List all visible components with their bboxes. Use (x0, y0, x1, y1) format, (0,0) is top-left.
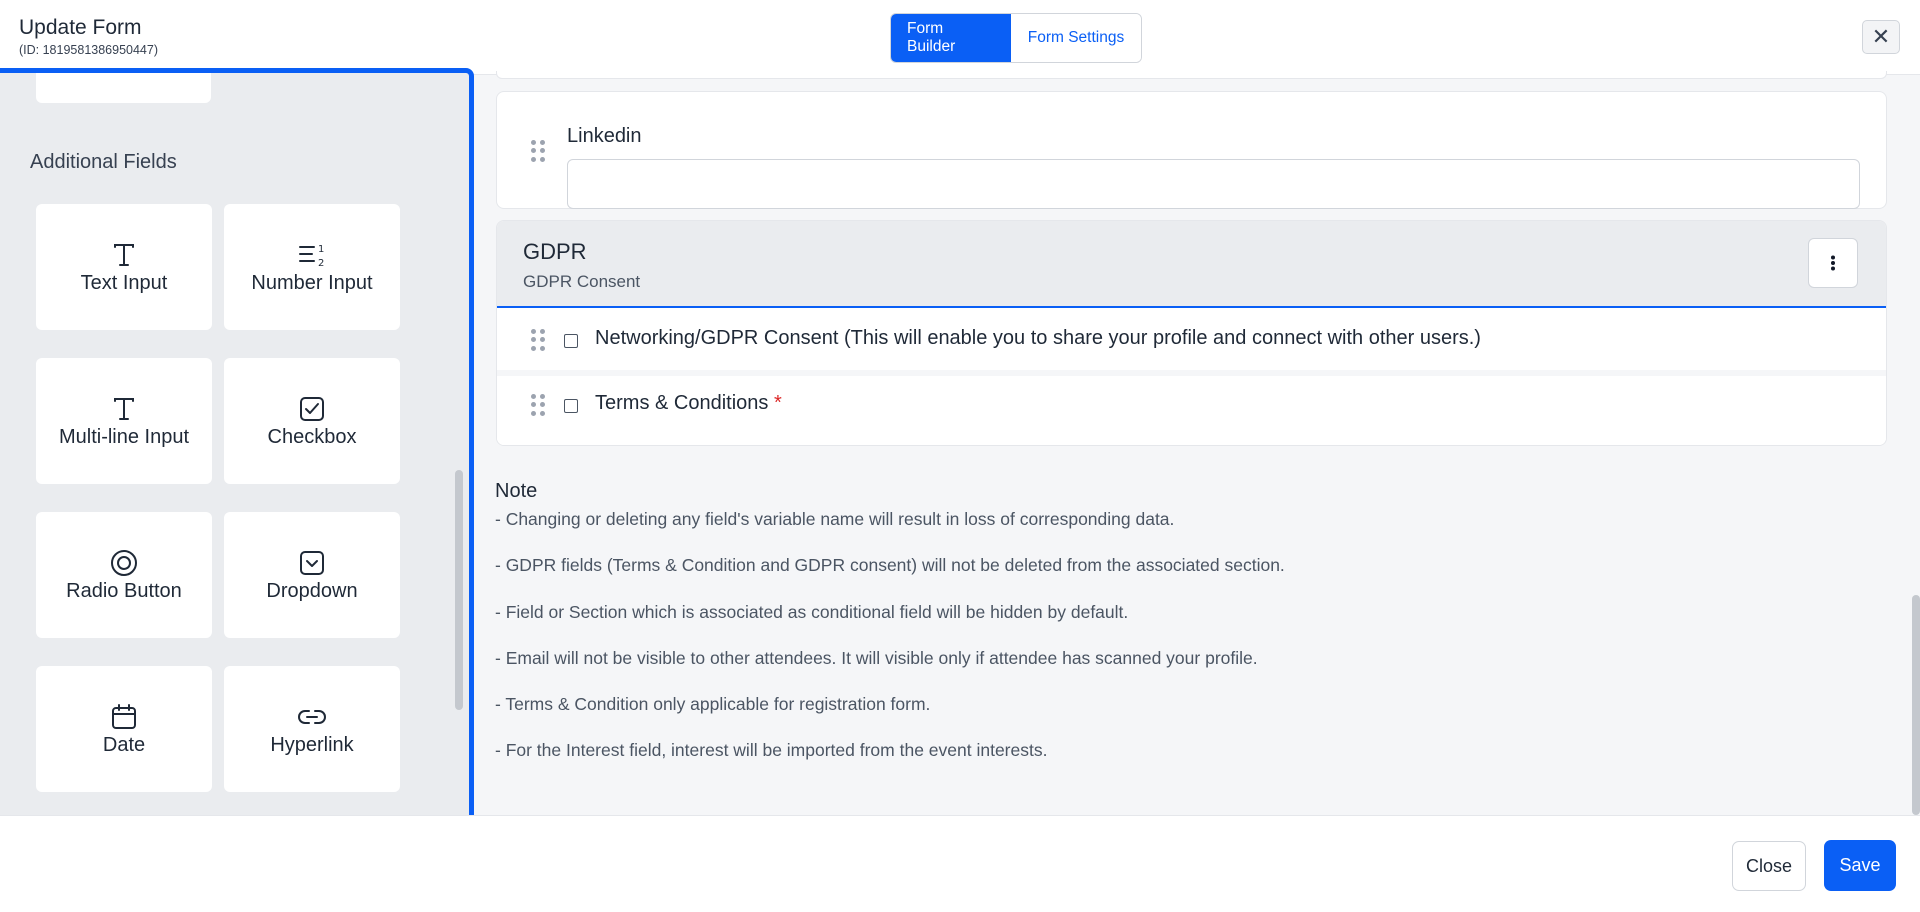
gdpr-consent-row: Networking/GDPR Consent (This will enabl… (497, 310, 1886, 370)
gdpr-section: GDPR GDPR Consent Networking/GDPR Consen… (496, 220, 1887, 446)
modal-footer: Close Save (0, 815, 1920, 912)
numbered-list-icon: 12 (298, 240, 326, 270)
note-line: - Email will not be visible to other att… (495, 648, 1258, 668)
note-line: - Changing or deleting any field's varia… (495, 509, 1175, 529)
note-line: - Terms & Condition only applicable for … (495, 694, 931, 714)
tile-hyperlink[interactable]: Hyperlink (224, 666, 400, 792)
terms-label: Terms & Conditions * (595, 392, 782, 415)
linkedin-input[interactable] (567, 159, 1860, 209)
terms-row: Terms & Conditions * (497, 370, 1886, 445)
form-canvas: Linkedin GDPR GDPR Consent Networking/GD… (474, 71, 1920, 815)
field-palette: Additional Fields Text Input 12 Number I… (0, 68, 474, 824)
gdpr-section-header: GDPR GDPR Consent (497, 221, 1886, 308)
drag-handle-icon[interactable] (531, 140, 545, 162)
kebab-icon (1831, 255, 1835, 271)
additional-fields-heading: Additional Fields (30, 151, 177, 173)
dropdown-icon (299, 548, 325, 578)
note-title: Note (495, 480, 538, 502)
terms-checkbox[interactable] (564, 399, 578, 413)
text-icon (111, 394, 137, 424)
palette-tile-partial[interactable] (36, 73, 211, 103)
form-id: (ID: 1819581386950447) (19, 43, 159, 57)
checkbox-icon (299, 394, 325, 424)
drag-handle-icon[interactable] (531, 394, 545, 416)
required-asterisk: * (773, 392, 782, 414)
tile-dropdown[interactable]: Dropdown (224, 512, 400, 638)
svg-text:1: 1 (318, 244, 324, 255)
page-title: Update Form (19, 16, 142, 39)
linkedin-field-card: Linkedin (496, 91, 1887, 209)
note-line: - GDPR fields (Terms & Condition and GDP… (495, 555, 1285, 575)
tab-form-builder[interactable]: Form Builder (891, 14, 1011, 62)
note-line: - For the Interest field, interest will … (495, 740, 1048, 760)
gdpr-consent-label: Networking/GDPR Consent (This will enabl… (595, 327, 1481, 349)
tile-radio-button[interactable]: Radio Button (36, 512, 212, 638)
gdpr-section-subtitle: GDPR Consent (523, 272, 641, 291)
tile-number-input[interactable]: 12 Number Input (224, 204, 400, 330)
drag-handle-icon[interactable] (531, 329, 545, 351)
calendar-icon (111, 702, 137, 732)
svg-text:2: 2 (318, 258, 324, 268)
text-icon (111, 240, 137, 270)
main-scrollbar[interactable] (1912, 595, 1920, 815)
tile-date[interactable]: Date (36, 666, 212, 792)
note-line: - Field or Section which is associated a… (495, 602, 1129, 622)
save-button[interactable]: Save (1824, 840, 1896, 891)
modal-header: Update Form (ID: 1819581386950447) Form … (0, 0, 1920, 75)
tile-checkbox[interactable]: Checkbox (224, 358, 400, 484)
tile-text-input[interactable]: Text Input (36, 204, 212, 330)
more-options-button[interactable] (1808, 238, 1858, 288)
gdpr-consent-checkbox[interactable] (564, 334, 578, 348)
palette-scrollbar[interactable] (455, 470, 463, 710)
linkedin-label: Linkedin (567, 125, 642, 147)
terms-label-text: Terms & Conditions (595, 392, 769, 414)
close-icon[interactable]: ✕ (1862, 20, 1900, 54)
tile-multi-line-input[interactable]: Multi-line Input (36, 358, 212, 484)
tab-bar: Form Builder Form Settings (890, 13, 1142, 63)
previous-field-card (496, 71, 1887, 79)
radio-icon (110, 548, 138, 578)
gdpr-section-title: GDPR (523, 239, 587, 264)
close-button[interactable]: Close (1732, 841, 1806, 891)
link-icon (297, 702, 327, 732)
tab-form-settings[interactable]: Form Settings (1011, 14, 1141, 62)
